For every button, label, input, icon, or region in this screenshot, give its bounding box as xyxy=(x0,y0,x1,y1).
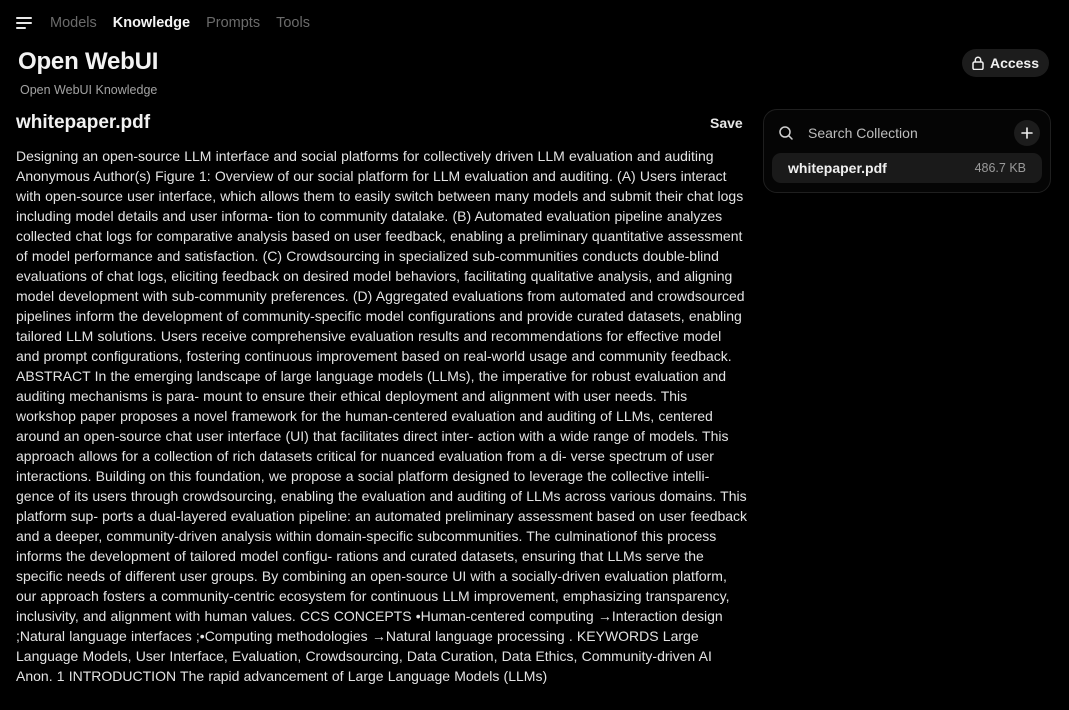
tab-knowledge[interactable]: Knowledge xyxy=(113,15,190,31)
page-subtitle: Open WebUI Knowledge xyxy=(20,83,158,97)
tab-tools[interactable]: Tools xyxy=(276,15,310,31)
add-content-button[interactable] xyxy=(1014,120,1040,146)
save-button[interactable]: Save xyxy=(710,115,743,131)
page-title: Open WebUI xyxy=(18,48,159,75)
search-icon xyxy=(779,126,793,140)
tab-models[interactable]: Models xyxy=(50,15,97,31)
search-collection-input[interactable] xyxy=(808,125,1014,141)
access-button[interactable]: Access xyxy=(961,49,1049,77)
file-name: whitepaper.pdf xyxy=(788,160,887,176)
lock-icon xyxy=(972,56,984,70)
top-nav: Models Knowledge Prompts Tools xyxy=(0,0,326,46)
hamburger-menu-icon[interactable] xyxy=(16,16,34,30)
document-title: whitepaper.pdf xyxy=(16,112,151,133)
plus-icon xyxy=(1021,127,1033,139)
search-row xyxy=(778,120,1040,146)
tab-prompts[interactable]: Prompts xyxy=(206,15,260,31)
collection-panel: whitepaper.pdf 486.7 KB xyxy=(763,109,1051,193)
document-content[interactable]: Designing an open-source LLM interface a… xyxy=(16,146,748,710)
file-size: 486.7 KB xyxy=(974,161,1026,175)
file-item[interactable]: whitepaper.pdf 486.7 KB xyxy=(772,153,1042,183)
access-button-label: Access xyxy=(989,55,1039,71)
